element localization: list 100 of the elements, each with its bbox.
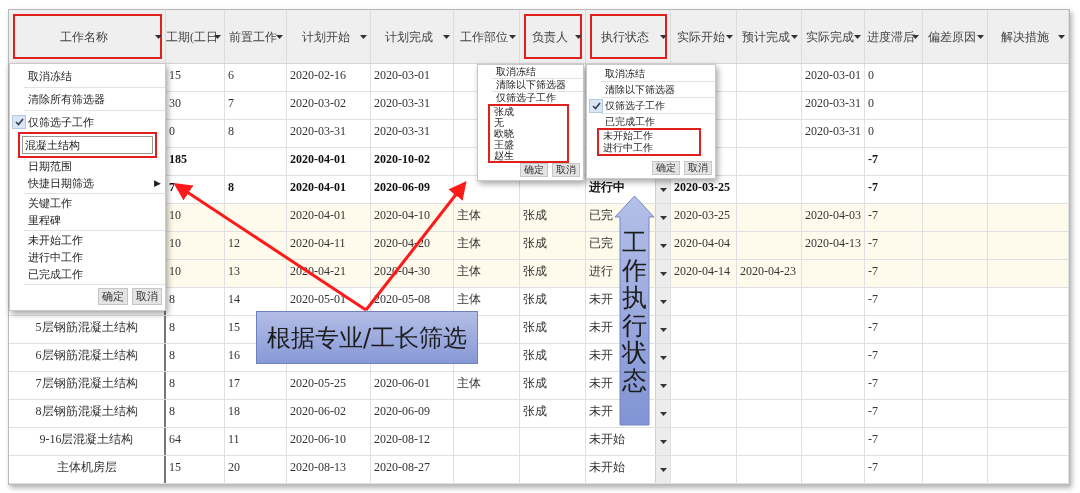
status-text: 未开始	[589, 432, 625, 446]
menu-item[interactable]: 取消冻结	[587, 67, 715, 80]
menu-item[interactable]: 清除以下筛选器	[587, 83, 715, 96]
menu-item[interactable]: 已完成工作	[587, 115, 715, 128]
column-header[interactable]: 计划完成	[371, 10, 454, 63]
status-text: 未开	[589, 404, 613, 418]
menu-item[interactable]: 日期范围	[10, 158, 165, 175]
dropdown-button[interactable]	[655, 288, 670, 315]
table-cell: -7	[868, 460, 878, 474]
caret-icon	[854, 35, 861, 39]
checkbox-item[interactable]: 仅筛选子工作	[478, 92, 583, 104]
menu-item[interactable]: 取消冻结	[10, 66, 165, 86]
table-cell: -7	[868, 348, 878, 362]
menu-item[interactable]: 清除以下筛选器	[478, 79, 583, 90]
column-header[interactable]: 前置工作	[225, 10, 287, 63]
caret-icon	[659, 411, 667, 416]
column-header[interactable]: 工作部位	[454, 10, 520, 63]
caret-icon	[1058, 35, 1065, 39]
menu-button[interactable]: 确定	[520, 163, 548, 177]
table-cell: -7	[868, 180, 878, 194]
table-cell: 2020-04-14	[674, 264, 730, 278]
column-header[interactable]: 偏差原因	[923, 10, 988, 63]
caret-icon	[443, 35, 450, 39]
menu-item[interactable]: 进行中工作	[10, 249, 165, 266]
caret-icon	[660, 35, 667, 39]
table-cell: -7	[868, 376, 878, 390]
table-cell: 2020-03-02	[290, 96, 346, 110]
table-cell: 0	[868, 68, 874, 82]
menu-button[interactable]: 取消	[132, 288, 162, 305]
column-header[interactable]: 解决措施	[988, 10, 1069, 63]
checkbox-item[interactable]: 仅筛选子工作	[10, 112, 165, 132]
caret-icon	[509, 35, 516, 39]
dropdown-button[interactable]	[655, 344, 670, 371]
dropdown-button[interactable]	[655, 400, 670, 427]
menu-button[interactable]: 确定	[652, 161, 680, 175]
table-cell: 6	[228, 68, 234, 82]
table-cell: 主体	[457, 264, 481, 278]
table-cell: 8	[169, 376, 175, 390]
filter-input[interactable]: 混凝土结构	[22, 136, 153, 154]
table-cell: 2020-02-16	[290, 68, 346, 82]
caret-icon	[977, 35, 984, 39]
menu-item[interactable]: 欧晓	[490, 128, 567, 139]
dropdown-button[interactable]	[655, 316, 670, 343]
table-cell: 2020-03-31	[805, 124, 861, 138]
column-header[interactable]: 工期(工日	[166, 10, 225, 63]
table-cell: 张成	[523, 264, 547, 278]
table-cell: 2020-04-13	[805, 236, 861, 250]
column-header[interactable]: 工作名称	[9, 10, 166, 63]
menu-item[interactable]: 进行中工作	[599, 142, 699, 154]
menu-item[interactable]: 取消冻结	[478, 67, 583, 77]
dropdown-button[interactable]	[655, 232, 670, 259]
column-header[interactable]: 预计完成	[737, 10, 802, 63]
menu-item[interactable]: 赵生	[490, 150, 567, 161]
menu-item[interactable]: 快捷日期筛选 ▶	[10, 175, 165, 192]
menu-item[interactable]: 无	[490, 117, 567, 128]
menu-item[interactable]: 未开始工作	[599, 130, 699, 142]
menu-button[interactable]: 取消	[552, 163, 580, 177]
table-cell: 2020-04-10	[374, 208, 430, 222]
check-icon	[591, 101, 601, 110]
dropdown-button[interactable]	[655, 204, 670, 231]
table-cell: 10	[169, 264, 181, 278]
table-cell: -7	[868, 404, 878, 418]
table-cell: 2020-04-23	[740, 264, 796, 278]
dropdown-button[interactable]	[655, 428, 670, 455]
dropdown-button[interactable]	[655, 456, 670, 483]
menu-item[interactable]: 张成	[490, 106, 567, 117]
menu-item[interactable]: 清除所有筛选器	[10, 89, 165, 109]
caret-icon	[659, 215, 667, 220]
table-cell: 15	[169, 460, 181, 474]
column-header[interactable]: 计划开始	[287, 10, 371, 63]
status-text: 未开	[589, 376, 613, 390]
checkbox-item[interactable]: 仅筛选子工作	[587, 99, 715, 112]
table-cell: 张成	[523, 292, 547, 306]
column-header[interactable]: 执行状态	[586, 10, 671, 63]
table-cell: 7	[228, 96, 234, 110]
table-cell: 2020-03-25	[674, 208, 730, 222]
table-cell: 2020-04-01	[290, 180, 346, 194]
column-header[interactable]: 负责人	[520, 10, 586, 63]
menu-item[interactable]: 关键工作	[10, 195, 165, 212]
table-cell: 2020-08-13	[290, 460, 346, 474]
dropdown-button[interactable]	[655, 372, 670, 399]
column-header[interactable]: 实际开始	[671, 10, 737, 63]
menu-item[interactable]: 里程碑	[10, 212, 165, 229]
column-header[interactable]: 实际完成	[802, 10, 865, 63]
table-cell: 2020-03-31	[374, 124, 430, 138]
table-cell: 主体	[457, 208, 481, 222]
dropdown-button[interactable]	[655, 260, 670, 287]
menu-item[interactable]: 王盛	[490, 139, 567, 150]
menu-item[interactable]: 未开始工作	[10, 232, 165, 249]
table-cell: 2020-03-01	[805, 68, 861, 82]
table-cell: 8	[169, 348, 175, 362]
table-cell: -7	[868, 208, 878, 222]
menu-item[interactable]: 已完成工作	[10, 266, 165, 283]
table-cell: 30	[169, 96, 181, 110]
menu-button[interactable]: 确定	[98, 288, 128, 305]
table-cell: 2020-08-27	[374, 460, 430, 474]
status-text: 未开	[589, 292, 613, 306]
menu-button[interactable]: 取消	[684, 161, 712, 175]
table-cell: 2020-03-31	[374, 96, 430, 110]
column-header[interactable]: 进度滞后	[865, 10, 923, 63]
